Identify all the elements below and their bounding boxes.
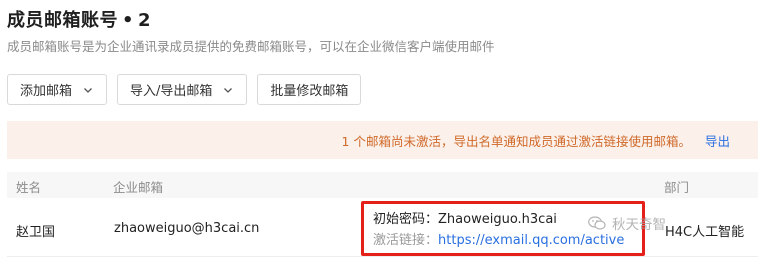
toolbar: 添加邮箱 导入/导出邮箱 批量修改邮箱	[7, 74, 362, 105]
title-separator: •	[122, 10, 135, 31]
chevron-down-icon	[224, 87, 233, 93]
activation-notice: 1 个邮箱尚未激活，导出名单通知成员通过激活链接使用邮箱。 导出	[7, 121, 758, 159]
notice-text: 1 个邮箱尚未激活，导出名单通知成员通过激活链接使用邮箱。	[341, 133, 691, 149]
add-mailbox-label: 添加邮箱	[20, 84, 73, 99]
page-subtitle: 成员邮箱账号是为企业通讯录成员提供的免费邮箱账号，可以在企业微信客户端使用邮件	[7, 39, 495, 54]
column-header-email: 企业邮箱	[113, 180, 164, 195]
column-header-dept: 部门	[664, 180, 690, 195]
page-title: 成员邮箱账号 • 2	[7, 6, 151, 32]
column-header-name: 姓名	[16, 180, 42, 195]
add-mailbox-dropdown[interactable]: 添加邮箱	[7, 74, 108, 105]
member-email: zhaoweiguo@h3cai.cn	[114, 221, 260, 236]
chevron-down-icon	[84, 87, 92, 93]
import-export-dropdown[interactable]: 导入/导出邮箱	[117, 74, 248, 105]
page-title-text: 成员邮箱账号	[7, 10, 118, 31]
member-name: 赵卫国	[16, 225, 56, 240]
export-link[interactable]: 导出	[705, 131, 730, 150]
account-count: 2	[138, 10, 152, 31]
batch-edit-button[interactable]: 批量修改邮箱	[257, 74, 362, 105]
wechat-icon	[588, 215, 606, 230]
batch-edit-label: 批量修改邮箱	[270, 84, 349, 99]
member-department: H4C人工智能	[665, 225, 745, 240]
mail-accounts-page: 成员邮箱账号 • 2 成员邮箱账号是为企业通讯录成员提供的免费邮箱账号，可以在企…	[0, 0, 758, 260]
watermark: 秋天奇智	[588, 213, 666, 233]
table-header: 姓名 企业邮箱 部门	[7, 172, 758, 198]
watermark-text: 秋天奇智	[612, 217, 666, 233]
import-export-label: 导入/导出邮箱	[130, 84, 213, 99]
row-divider	[7, 256, 758, 257]
